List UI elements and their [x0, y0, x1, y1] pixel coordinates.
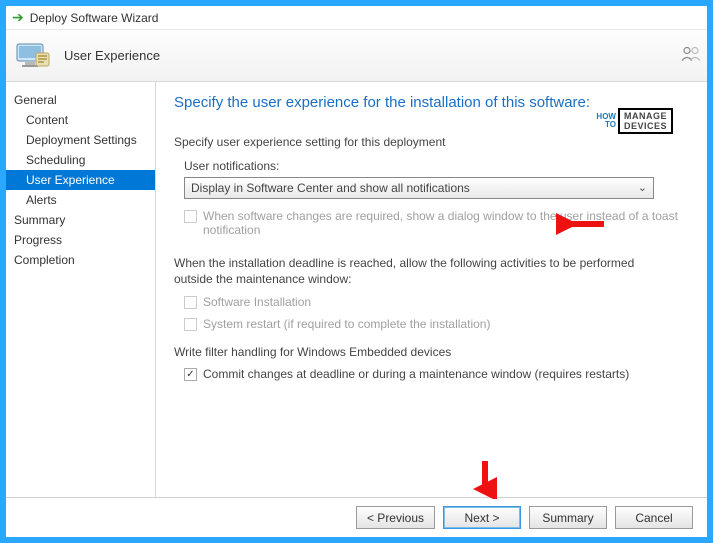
page-title: User Experience — [64, 48, 160, 63]
sidebar-item-deployment-settings[interactable]: Deployment Settings — [6, 130, 155, 150]
people-icon — [681, 45, 701, 66]
user-notifications-label: User notifications: — [184, 159, 689, 173]
software-installation-checkbox: Software Installation — [184, 295, 689, 309]
sidebar-item-progress[interactable]: Progress — [6, 230, 155, 250]
monitor-icon — [16, 41, 52, 71]
sidebar-item-alerts[interactable]: Alerts — [6, 190, 155, 210]
titlebar: ➔ Deploy Software Wizard — [6, 6, 707, 30]
dialog-window-checkbox: When software changes are required, show… — [184, 209, 689, 237]
chevron-down-icon: ⌄ — [638, 181, 647, 194]
commit-changes-checkbox[interactable]: Commit changes at deadline or during a m… — [184, 367, 689, 381]
user-notifications-dropdown[interactable]: Display in Software Center and show all … — [184, 177, 654, 199]
wizard-footer: < Previous Next > Summary Cancel — [6, 497, 707, 537]
sidebar-item-content[interactable]: Content — [6, 110, 155, 130]
cancel-button[interactable]: Cancel — [615, 506, 693, 529]
wizard-header: User Experience — [6, 30, 707, 82]
summary-button[interactable]: Summary — [529, 506, 607, 529]
checkbox-icon — [184, 296, 197, 309]
deploy-arrow-icon: ➔ — [12, 9, 24, 26]
sidebar-item-completion[interactable]: Completion — [6, 250, 155, 270]
sidebar-item-scheduling[interactable]: Scheduling — [6, 150, 155, 170]
sidebar-item-summary[interactable]: Summary — [6, 210, 155, 230]
deadline-paragraph: When the installation deadline is reache… — [174, 255, 654, 287]
dropdown-value: Display in Software Center and show all … — [191, 181, 470, 195]
wizard-content: Specify the user experience for the inst… — [156, 82, 707, 497]
watermark-logo: HOW TO MANAGE DEVICES — [596, 108, 673, 134]
next-button[interactable]: Next > — [443, 506, 521, 529]
setting-label: Specify user experience setting for this… — [174, 135, 689, 149]
write-filter-label: Write filter handling for Windows Embedd… — [174, 345, 689, 359]
sidebar-item-general[interactable]: General — [6, 90, 155, 110]
checkbox-icon — [184, 210, 197, 223]
system-restart-checkbox: System restart (if required to complete … — [184, 317, 689, 331]
previous-button[interactable]: < Previous — [356, 506, 435, 529]
window-title: Deploy Software Wizard — [30, 11, 159, 25]
wizard-sidebar: GeneralContentDeployment SettingsSchedul… — [6, 82, 156, 497]
checkbox-icon — [184, 368, 197, 381]
checkbox-icon — [184, 318, 197, 331]
sidebar-item-user-experience[interactable]: User Experience — [6, 170, 155, 190]
